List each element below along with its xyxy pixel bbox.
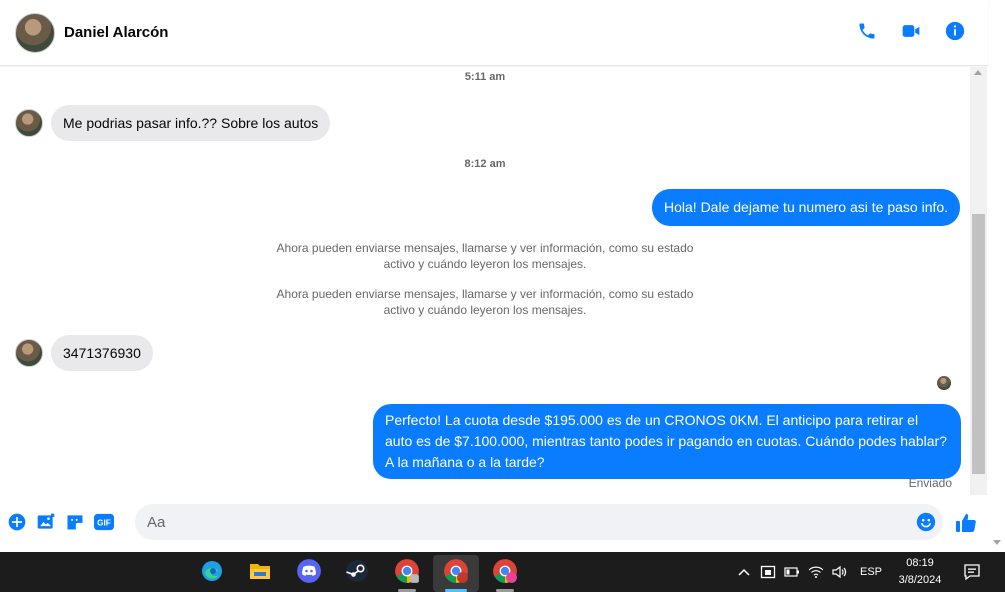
outgoing-message[interactable]: Perfecto! La cuota desde $195.000 es de …: [373, 404, 961, 479]
scroll-up-arrow-icon[interactable]: [974, 70, 982, 75]
system-tray: ESP: [736, 552, 882, 592]
contact-avatar[interactable]: [15, 12, 55, 53]
wifi-icon[interactable]: [808, 564, 824, 580]
header-actions: [856, 20, 966, 42]
system-message: Ahora pueden enviarse mensajes, llamarse…: [276, 241, 694, 271]
timestamp: 5:11 am: [464, 71, 506, 83]
sender-avatar[interactable]: [15, 109, 43, 137]
volume-icon[interactable]: [832, 564, 848, 580]
gif-label: GIF: [97, 519, 111, 528]
incoming-message-row: Me podrias pasar info.?? Sobre los autos: [15, 105, 331, 141]
messenger-window: Daniel Alarcón 5:11 am Me podrias pasar …: [0, 0, 1005, 552]
thumbs-up-icon[interactable]: [954, 511, 978, 535]
chevron-up-icon[interactable]: [736, 564, 752, 580]
chrome-icon: [492, 558, 518, 589]
sender-avatar[interactable]: [15, 339, 43, 367]
steam-icon: [345, 559, 369, 588]
taskbar-app-chrome[interactable]: [384, 555, 430, 592]
taskbar-app-discord[interactable]: [286, 555, 332, 592]
taskbar-app-file-explorer[interactable]: [237, 555, 283, 592]
seen-indicator-avatar: [937, 376, 951, 390]
taskbar-app-edge[interactable]: [189, 555, 235, 592]
scrollbar-thumb[interactable]: [972, 214, 985, 474]
discord-icon: [296, 558, 322, 589]
message-status: Enviado: [908, 476, 952, 490]
clock-date: 3/8/2024: [898, 574, 942, 586]
scrollbar[interactable]: [970, 67, 987, 495]
battery-icon[interactable]: [784, 564, 800, 580]
incoming-message[interactable]: Me podrias pasar info.?? Sobre los autos: [51, 105, 331, 141]
language-indicator[interactable]: ESP: [860, 566, 882, 578]
emoji-icon[interactable]: [915, 511, 937, 533]
scroll-down-arrow-icon[interactable]: [993, 540, 1001, 545]
clock-time: 08:19: [906, 557, 934, 569]
taskbar-app-chrome-profile[interactable]: [482, 555, 528, 592]
gif-icon[interactable]: GIF: [93, 511, 115, 533]
system-message: Ahora pueden enviarse mensajes, llamarse…: [276, 287, 694, 317]
contact-name[interactable]: Daniel Alarcón: [64, 24, 168, 41]
taskbar-app-steam[interactable]: [334, 555, 380, 592]
timestamp: 8:12 am: [464, 158, 506, 170]
outgoing-message[interactable]: Hola! Dale dejame tu numero asi te paso …: [652, 189, 961, 226]
phone-icon[interactable]: [856, 20, 878, 42]
image-icon[interactable]: [35, 511, 57, 533]
clock[interactable]: 08:19 3/8/2024: [890, 555, 950, 589]
notification-icon[interactable]: [963, 563, 981, 581]
message-composer: GIF: [0, 499, 988, 545]
video-camera-icon[interactable]: [900, 20, 922, 42]
taskbar: ESP 08:19 3/8/2024: [0, 552, 1005, 592]
message-list: 5:11 am Me podrias pasar info.?? Sobre l…: [0, 67, 970, 495]
incoming-message[interactable]: 3471376930: [51, 335, 153, 371]
conversation-header: Daniel Alarcón: [0, 0, 988, 66]
file-explorer-icon: [248, 560, 272, 587]
chrome-icon: [443, 558, 469, 589]
plus-circle-icon[interactable]: [6, 511, 28, 533]
incoming-message-row: 3471376930: [15, 335, 153, 371]
message-input[interactable]: [147, 513, 887, 531]
taskbar-app-chrome-active[interactable]: [433, 555, 479, 592]
sticker-icon[interactable]: [64, 511, 86, 533]
chrome-icon: [394, 558, 420, 589]
info-icon[interactable]: [944, 20, 966, 42]
edge-icon: [200, 559, 224, 588]
message-input-container[interactable]: [135, 504, 943, 540]
security-icon[interactable]: [760, 564, 776, 580]
